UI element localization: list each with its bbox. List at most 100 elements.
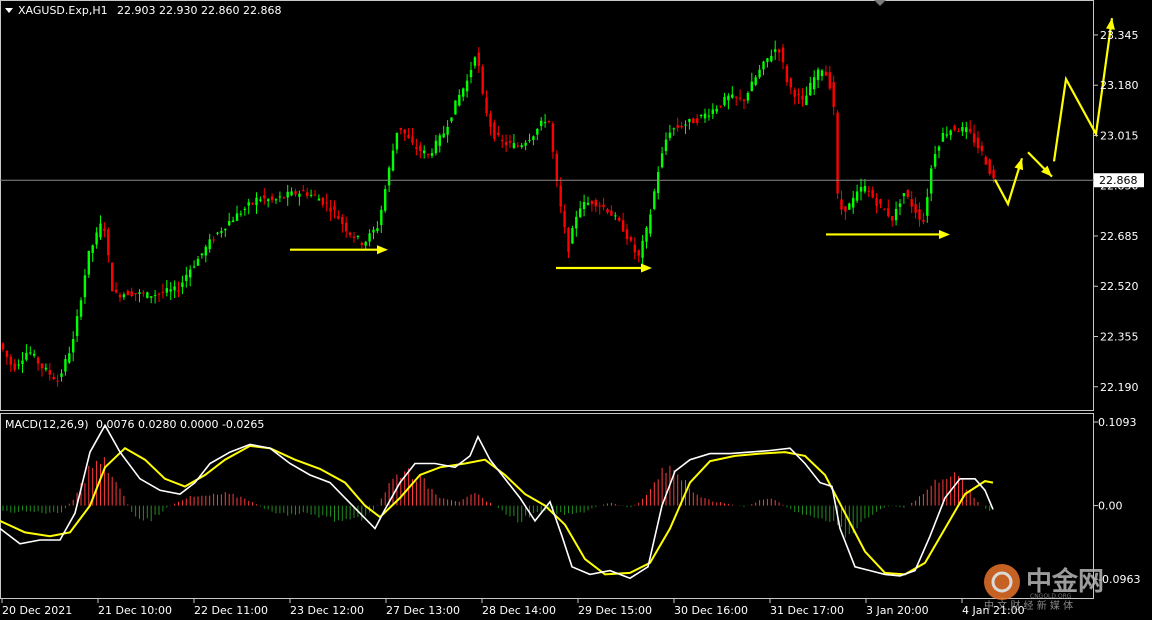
candle-body	[497, 132, 500, 135]
candle-body	[649, 214, 652, 234]
candle-body	[532, 136, 535, 140]
candle-body	[867, 190, 870, 192]
candle-body	[586, 202, 590, 205]
candle-body	[688, 118, 691, 122]
candle-body	[161, 291, 165, 293]
y-tick-label: 22.520	[1100, 280, 1139, 293]
symbol-label: XAGUSD.Exp,H1	[18, 4, 108, 17]
candle-body	[79, 300, 83, 317]
candle-body	[520, 145, 523, 148]
candle-body	[844, 206, 847, 212]
x-tick-label: 23 Dec 12:00	[290, 604, 364, 617]
candle-body	[777, 49, 781, 53]
candle-body	[551, 123, 555, 152]
candle-body	[360, 242, 363, 246]
candle-body	[785, 66, 789, 83]
candle-body	[524, 142, 527, 146]
candle-body	[727, 95, 730, 101]
candle-body	[130, 291, 133, 297]
candle-body	[512, 143, 516, 148]
candle-body	[930, 168, 933, 194]
y-tick-label: 23.180	[1100, 79, 1139, 92]
candle-body	[629, 237, 633, 241]
x-tick-label: 22 Dec 11:00	[194, 604, 268, 617]
candle-body	[138, 292, 141, 294]
candle-body	[723, 96, 726, 106]
candle-body	[274, 199, 278, 201]
candle-body	[637, 250, 640, 256]
candle-body	[676, 125, 679, 128]
candle-body	[633, 244, 636, 253]
candle-body	[430, 152, 434, 156]
candle-body	[337, 216, 340, 219]
candle-body	[270, 196, 274, 200]
ohlc-values: 22.903 22.930 22.860 22.868	[117, 4, 281, 17]
candle-body	[855, 191, 859, 201]
candle-body	[816, 69, 820, 80]
candle-body	[590, 201, 594, 205]
candle-body	[770, 55, 773, 62]
candle-body	[575, 216, 578, 229]
candle-body	[169, 289, 172, 292]
candle-body	[458, 94, 461, 106]
candle-body	[294, 191, 297, 195]
price-panel	[0, 0, 1094, 411]
candle-body	[606, 209, 609, 213]
candle-body	[87, 250, 90, 275]
macd-values: 0.0076 0.0280 0.0000 -0.0265	[96, 418, 264, 431]
candle-body	[879, 199, 882, 205]
candle-body	[579, 208, 582, 217]
candle-body	[419, 145, 422, 152]
candle-body	[972, 133, 976, 143]
candle-body	[735, 96, 738, 98]
candle-body	[306, 192, 309, 197]
candle-body	[894, 208, 898, 221]
candle-body	[13, 363, 16, 370]
candle-body	[477, 52, 480, 66]
candle-body	[434, 140, 438, 154]
candle-body	[224, 228, 227, 231]
candle-body	[618, 217, 621, 221]
candle-body	[95, 232, 98, 245]
candle-body	[48, 370, 51, 375]
candle-body	[185, 274, 188, 282]
candle-body	[805, 95, 808, 106]
y-tick-label: 23.015	[1100, 129, 1139, 142]
candle-body	[403, 129, 406, 134]
candle-body	[887, 208, 890, 217]
macd-tick-label: 0.1093	[1098, 416, 1137, 429]
candle-body	[426, 154, 430, 156]
candle-body	[44, 367, 48, 370]
candle-body	[836, 112, 839, 194]
y-tick-label: 23.345	[1100, 29, 1139, 42]
candle-body	[216, 232, 219, 234]
candle-body	[423, 150, 426, 154]
candle-body	[493, 122, 496, 139]
candle-body	[738, 97, 742, 99]
candle-body	[446, 126, 449, 135]
candle-body	[528, 139, 531, 142]
candle-body	[204, 246, 207, 256]
candle-body	[372, 229, 375, 233]
candle-body	[657, 172, 660, 193]
candle-body	[774, 49, 777, 52]
candle-body	[914, 204, 917, 213]
candle-body	[465, 80, 469, 92]
candle-body	[781, 47, 785, 63]
candle-body	[25, 352, 28, 360]
candle-body	[645, 227, 648, 242]
candle-body	[134, 293, 137, 295]
candle-body	[364, 241, 367, 246]
candle-body	[384, 189, 387, 211]
candle-body	[547, 120, 551, 123]
candle-body	[235, 213, 239, 221]
candle-body	[641, 240, 644, 258]
candle-body	[543, 122, 547, 124]
candle-body	[848, 203, 851, 210]
candle-body	[348, 232, 352, 235]
candle-body	[9, 356, 12, 365]
candle-body	[36, 357, 40, 364]
candle-body	[321, 197, 324, 205]
macd-tick-label: 0.00	[1098, 500, 1123, 513]
candle-body	[742, 99, 746, 102]
